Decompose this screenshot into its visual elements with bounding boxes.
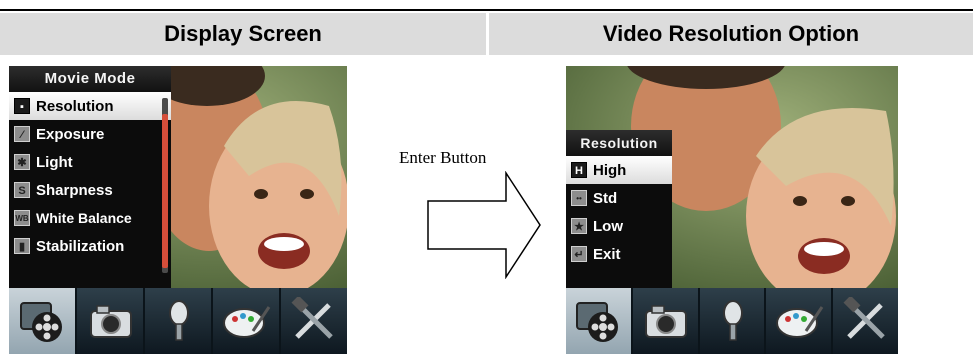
exposure-icon: ⁄: [14, 126, 30, 142]
menu-item-label: White Balance: [36, 210, 132, 226]
tool-movie-mode[interactable]: [566, 288, 633, 354]
resolution-menu: Resolution H High •• Std ★ Low ↵ Exit: [566, 130, 672, 288]
menu-item-label: Exit: [593, 245, 621, 263]
movie-mode-icon: [20, 302, 62, 342]
menu-scrollbar[interactable]: [162, 98, 168, 273]
mode-toolbar: [566, 288, 898, 354]
menu-item-sharpness[interactable]: S Sharpness: [9, 176, 171, 204]
tool-camera[interactable]: [77, 288, 145, 354]
tool-palette[interactable]: [213, 288, 281, 354]
tool-settings[interactable]: [833, 288, 898, 354]
right-arrow-icon: [427, 171, 541, 279]
microphone-icon: [722, 300, 743, 341]
sharpness-icon: S: [14, 182, 30, 198]
camera-screen-display: Movie Mode ▪ Resolution ⁄ Exposure ✱ Lig…: [9, 66, 347, 354]
menu-item-label: Exposure: [36, 125, 105, 143]
std-res-icon: ••: [571, 190, 587, 206]
menu-item-label: High: [593, 161, 627, 179]
enter-button-label: Enter Button: [399, 148, 487, 167]
tool-microphone[interactable]: [700, 288, 767, 354]
menu-item-stabilization[interactable]: ▮ Stabilization: [9, 232, 171, 260]
palette-icon: [223, 306, 271, 338]
menu-item-label: Stabilization: [36, 237, 125, 255]
light-icon: ✱: [14, 154, 30, 170]
stabilization-icon: ▮: [14, 238, 30, 254]
menu-item-exposure[interactable]: ⁄ Exposure: [9, 120, 171, 148]
movie-mode-menu: Movie Mode ▪ Resolution ⁄ Exposure ✱ Lig…: [9, 66, 171, 288]
movie-mode-icon: [576, 302, 619, 342]
tool-camera[interactable]: [633, 288, 700, 354]
menu-item-label: Light: [36, 153, 73, 171]
tools-icon: [843, 297, 885, 339]
menu-item-label: Sharpness: [36, 181, 113, 199]
tool-settings[interactable]: [281, 288, 347, 354]
tools-icon: [291, 297, 333, 339]
menu-item-high[interactable]: H High: [566, 156, 672, 184]
camera-icon: [645, 305, 688, 338]
menu-item-label: Low: [593, 217, 623, 235]
scrollbar-thumb[interactable]: [162, 114, 168, 268]
resolution-icon: ▪: [14, 98, 30, 114]
top-rule: [0, 9, 973, 11]
microphone-icon: [169, 300, 189, 341]
mode-toolbar: [9, 288, 347, 354]
menu-item-exit[interactable]: ↵ Exit: [566, 240, 672, 268]
high-res-icon: H: [571, 162, 587, 178]
header-video-resolution-option: Video Resolution Option: [489, 13, 973, 55]
palette-icon: [775, 306, 824, 338]
low-res-icon: ★: [571, 218, 587, 234]
camera-screen-resolution: Resolution H High •• Std ★ Low ↵ Exit: [566, 66, 898, 354]
tool-microphone[interactable]: [145, 288, 213, 354]
menu-item-label: Std: [593, 189, 618, 207]
menu-item-light[interactable]: ✱ Light: [9, 148, 171, 176]
menu-item-resolution[interactable]: ▪ Resolution: [9, 92, 171, 120]
tool-palette[interactable]: [766, 288, 834, 354]
menu-item-std[interactable]: •• Std: [566, 184, 672, 212]
menu-item-label: Resolution: [36, 97, 114, 115]
menu-item-low[interactable]: ★ Low: [566, 212, 672, 240]
menu-item-white-balance[interactable]: WB White Balance: [9, 204, 171, 232]
menu-title: Resolution: [566, 130, 672, 156]
tool-movie-mode[interactable]: [9, 288, 77, 354]
header-display-screen: Display Screen: [0, 13, 486, 55]
exit-icon: ↵: [571, 246, 587, 262]
camera-icon: [90, 305, 132, 338]
white-balance-icon: WB: [14, 210, 30, 226]
menu-title: Movie Mode: [9, 66, 171, 92]
